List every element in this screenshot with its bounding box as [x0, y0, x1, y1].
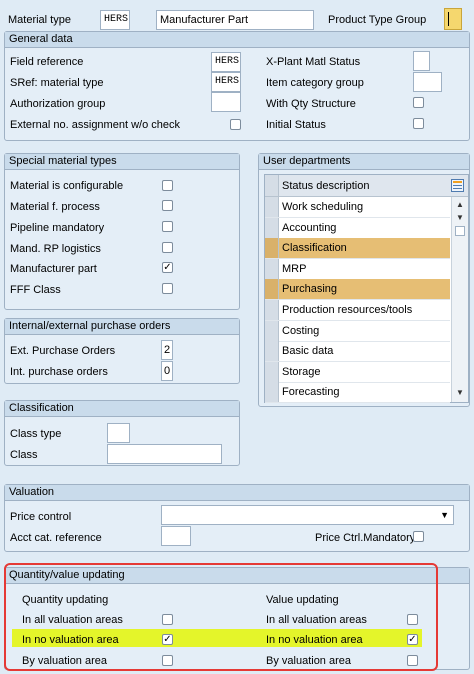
acct-cat-reference-label: Acct cat. reference	[10, 532, 102, 544]
field-reference-field[interactable]: HERS	[211, 52, 241, 72]
table-settings-icon[interactable]	[451, 179, 464, 192]
sref-label: SRef: material type	[10, 77, 104, 89]
special-material-types-title: Special material types	[5, 154, 239, 170]
pipeline-mandatory-checkbox[interactable]	[162, 221, 173, 232]
price-ctrl-mandatory-checkbox[interactable]	[413, 531, 424, 542]
status-description-cell: MRP	[282, 262, 307, 275]
material-type-label: Material type	[8, 14, 71, 26]
scroll-bottom-icon[interactable]: ▼	[456, 389, 464, 397]
table-row[interactable]: Accounting	[265, 217, 450, 239]
qty-structure-label: With Qty Structure	[266, 98, 356, 110]
manufacturer-part-checkbox[interactable]: ✓	[162, 262, 173, 273]
price-ctrl-mandatory-label: Price Ctrl.Mandatory	[315, 532, 416, 544]
initial-status-label: Initial Status	[266, 119, 326, 131]
table-row[interactable]: MRP	[265, 258, 450, 280]
row-selector[interactable]	[265, 217, 279, 238]
status-description-cell: Basic data	[282, 345, 334, 358]
scroll-down-icon[interactable]: ▼	[456, 214, 464, 222]
product-type-group-label: Product Type Group	[328, 14, 427, 26]
table-row[interactable]: Forecasting	[265, 382, 450, 403]
qty-structure-checkbox[interactable]	[413, 97, 424, 108]
special-item-label: Manufacturer part	[10, 263, 97, 275]
item-category-group-label: Item category group	[266, 77, 364, 89]
field-reference-label: Field reference	[10, 56, 84, 68]
status-description-cell: Purchasing	[282, 283, 338, 296]
table-row[interactable]: Work scheduling	[265, 197, 450, 218]
vertical-scrollbar[interactable]: ▲ ▼ ▼	[451, 197, 468, 402]
material-type-description: Manufacturer Part	[156, 10, 314, 30]
table-row[interactable]: Storage	[265, 361, 450, 383]
row-selector[interactable]	[265, 197, 279, 217]
valuation-title: Valuation	[5, 485, 469, 501]
class-type-field[interactable]	[107, 423, 130, 443]
product-type-group-field[interactable]	[444, 8, 462, 30]
row-selector[interactable]	[265, 382, 279, 403]
row-selector[interactable]	[265, 279, 279, 300]
status-description-cell: Accounting	[282, 221, 337, 234]
int-purchase-orders-field[interactable]: 0	[161, 361, 173, 381]
sref-field[interactable]: HERS	[211, 72, 241, 92]
material-type-field[interactable]: HERS	[100, 10, 130, 30]
item-category-group-field[interactable]	[413, 72, 442, 92]
ext-purchase-orders-field[interactable]: 2	[161, 340, 173, 360]
int-purchase-orders-label: Int. purchase orders	[10, 366, 108, 378]
table-row[interactable]: Basic data	[265, 341, 450, 363]
initial-status-checkbox[interactable]	[413, 118, 424, 129]
table-row[interactable]: Production resources/tools	[265, 300, 450, 321]
status-description-cell: Production resources/tools	[282, 304, 413, 316]
special-item-label: FFF Class	[10, 284, 61, 296]
status-description-cell: Work scheduling	[282, 201, 364, 213]
special-item-label: Pipeline mandatory	[10, 222, 105, 234]
table-row[interactable]: Purchasing	[265, 279, 450, 301]
material-configurable-checkbox[interactable]	[162, 180, 173, 191]
special-item-label: Material is configurable	[10, 180, 124, 192]
price-control-label: Price control	[10, 511, 72, 523]
select-all-cell[interactable]	[265, 175, 279, 196]
external-no-checkbox[interactable]	[230, 119, 241, 130]
row-selector[interactable]	[265, 238, 279, 259]
status-description-cell: Storage	[282, 365, 321, 378]
xplant-status-label: X-Plant Matl Status	[266, 56, 361, 68]
ext-purchase-orders-label: Ext. Purchase Orders	[10, 345, 116, 357]
chevron-down-icon[interactable]: ▼	[440, 506, 449, 524]
status-description-cell: Forecasting	[282, 386, 340, 399]
scroll-thumb[interactable]	[455, 226, 465, 236]
text-cursor-icon	[448, 12, 449, 26]
authorization-group-label: Authorization group	[10, 98, 106, 110]
row-selector[interactable]	[265, 300, 279, 320]
class-label: Class	[10, 449, 38, 461]
row-selector[interactable]	[265, 361, 279, 382]
table-body: Work scheduling Accounting Classification M…	[265, 197, 450, 403]
table-row[interactable]: Costing	[265, 320, 450, 342]
special-item-label: Mand. RP logistics	[10, 243, 101, 255]
annotation-frame	[4, 563, 438, 671]
row-selector[interactable]	[265, 320, 279, 341]
table-row[interactable]: Classification	[265, 238, 450, 260]
status-description-header: Status description	[282, 180, 370, 192]
row-selector[interactable]	[265, 258, 279, 279]
table-header: Status description	[265, 175, 468, 197]
row-selector[interactable]	[265, 341, 279, 362]
status-description-cell: Classification	[282, 242, 347, 255]
user-departments-title: User departments	[259, 154, 469, 170]
fff-class-checkbox[interactable]	[162, 283, 173, 294]
purchase-orders-title: Internal/external purchase orders	[5, 319, 239, 335]
general-data-title: General data	[5, 32, 469, 48]
authorization-group-field[interactable]	[211, 92, 241, 112]
scroll-up-icon[interactable]: ▲	[456, 201, 464, 209]
xplant-status-field[interactable]	[413, 51, 430, 71]
status-description-cell: Costing	[282, 324, 320, 337]
class-type-label: Class type	[10, 428, 62, 440]
mand-rp-logistics-checkbox[interactable]	[162, 242, 173, 253]
class-field[interactable]	[107, 444, 222, 464]
special-item-label: Material f. process	[10, 201, 100, 213]
external-no-label: External no. assignment w/o check	[10, 119, 180, 131]
price-control-dropdown[interactable]: ▼	[161, 505, 454, 525]
acct-cat-reference-field[interactable]	[161, 526, 191, 546]
classification-title: Classification	[5, 401, 239, 417]
material-process-checkbox[interactable]	[162, 200, 173, 211]
user-departments-table: Status description Work scheduling Accoun…	[264, 174, 469, 403]
